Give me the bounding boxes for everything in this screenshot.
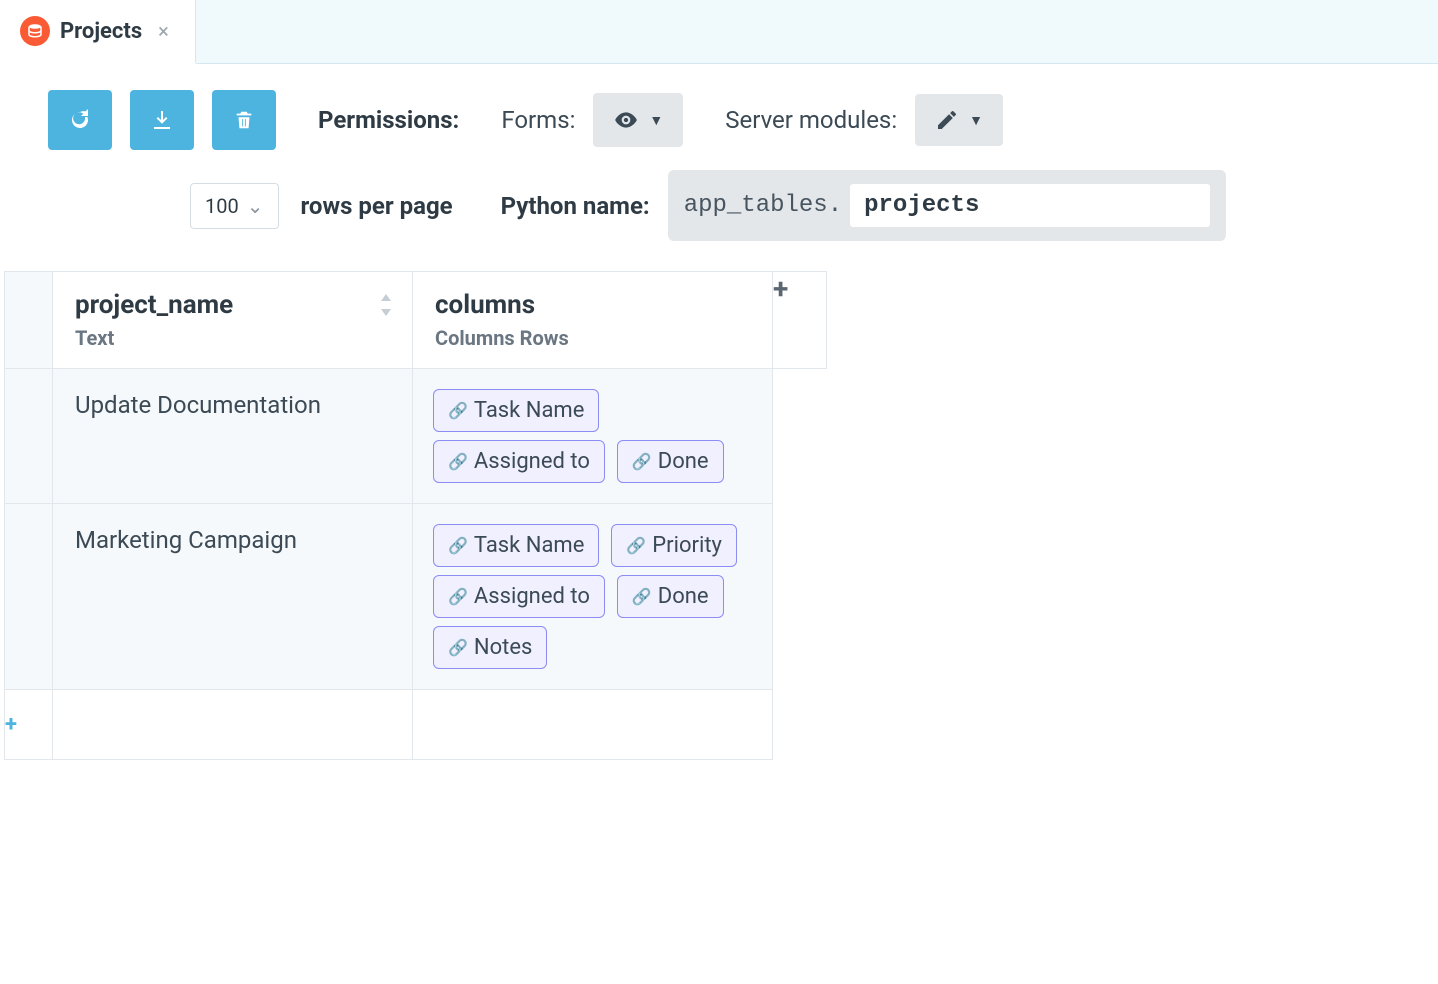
link-icon: 🔗 — [632, 587, 652, 606]
row-handle[interactable] — [5, 504, 53, 690]
add-column-button[interactable]: + — [773, 272, 827, 369]
linked-column-chip[interactable]: 🔗 Assigned to — [433, 575, 605, 618]
tab-title: Projects — [60, 19, 142, 44]
pencil-icon — [935, 108, 959, 132]
linked-column-chip[interactable]: 🔗 Task Name — [433, 524, 599, 567]
delete-button[interactable] — [212, 90, 276, 150]
chip-label: Priority — [652, 533, 722, 558]
server-modules-permission-dropdown[interactable]: ▼ — [915, 94, 1003, 146]
tabs-bar: Projects × — [0, 0, 1438, 64]
toolbar: Permissions: Forms: ▼ Server modules: ▼ — [0, 64, 1438, 170]
table-body: Update Documentation 🔗 Task Name 🔗 Assigne… — [5, 369, 827, 760]
cell-columns[interactable]: 🔗 Task Name 🔗 Assigned to 🔗 Done — [413, 369, 773, 504]
chip-label: Assigned to — [474, 584, 590, 609]
python-prefix: app_tables. — [684, 192, 842, 219]
add-row-button[interactable]: + — [5, 690, 53, 760]
chip-label: Task Name — [474, 533, 584, 558]
table-row: Marketing Campaign 🔗Task Name 🔗Priority … — [5, 504, 827, 690]
chip-label: Assigned to — [474, 449, 590, 474]
forms-permission-dropdown[interactable]: ▼ — [593, 93, 683, 147]
chip-label: Task Name — [474, 398, 584, 423]
column-type: Columns Rows — [435, 326, 750, 350]
linked-column-chip[interactable]: 🔗 Notes — [433, 626, 547, 669]
link-icon: 🔗 — [448, 638, 468, 657]
rows-per-page-value: 100 — [205, 194, 239, 218]
eye-icon — [613, 107, 639, 133]
link-icon: 🔗 — [626, 536, 646, 555]
chevron-down-icon: ⌄ — [247, 194, 264, 218]
link-icon: 🔗 — [448, 536, 468, 555]
table-header-row: project_name Text columns Columns Rows + — [5, 272, 827, 369]
cell-project-name[interactable]: Marketing Campaign — [53, 504, 413, 690]
download-button[interactable] — [130, 90, 194, 150]
rows-per-page-select[interactable]: 100 ⌄ — [190, 183, 279, 229]
table-row: Update Documentation 🔗 Task Name 🔗 Assigne… — [5, 369, 827, 504]
refresh-button[interactable] — [48, 90, 112, 150]
toolbar-row-2: 100 ⌄ rows per page Python name: app_tab… — [0, 170, 1438, 271]
empty-cell[interactable] — [53, 690, 413, 760]
chevron-down-icon: ▼ — [969, 112, 983, 128]
python-name-label: Python name: — [501, 192, 650, 220]
column-header-columns[interactable]: columns Columns Rows — [413, 272, 773, 369]
cell-columns[interactable]: 🔗Task Name 🔗Priority 🔗Assigned to 🔗Done … — [413, 504, 773, 690]
trash-icon — [233, 109, 255, 131]
cell-project-name[interactable]: Update Documentation — [53, 369, 413, 504]
chip-label: Done — [658, 449, 709, 474]
python-name-input[interactable] — [850, 184, 1210, 227]
column-name: columns — [435, 290, 750, 320]
link-icon: 🔗 — [448, 452, 468, 471]
permissions-label: Permissions: — [318, 106, 459, 134]
refresh-icon — [68, 108, 92, 132]
forms-label: Forms: — [501, 106, 575, 134]
column-header-project-name[interactable]: project_name Text — [53, 272, 413, 369]
linked-column-chip[interactable]: 🔗 Done — [617, 440, 724, 483]
linked-column-chip[interactable]: 🔗 Assigned to — [433, 440, 605, 483]
close-icon[interactable]: × — [152, 19, 175, 43]
python-name-box: app_tables. — [668, 170, 1226, 241]
row-handle[interactable] — [5, 369, 53, 504]
column-name: project_name — [75, 290, 390, 320]
chevron-down-icon: ▼ — [649, 112, 663, 128]
column-type: Text — [75, 326, 390, 350]
sort-icon[interactable] — [378, 294, 394, 320]
link-icon: 🔗 — [448, 587, 468, 606]
linked-column-chip[interactable]: 🔗 Done — [617, 575, 724, 618]
linked-column-chip[interactable]: 🔗 Priority — [611, 524, 737, 567]
tab-projects[interactable]: Projects × — [0, 0, 196, 64]
chip-label: Done — [658, 584, 709, 609]
server-modules-label: Server modules: — [725, 106, 897, 134]
download-icon — [150, 108, 174, 132]
chip-label: Notes — [474, 635, 532, 660]
row-handle-header — [5, 272, 53, 369]
link-icon: 🔗 — [448, 401, 468, 420]
project-name-value: Marketing Campaign — [75, 526, 297, 554]
empty-cell[interactable] — [413, 690, 773, 760]
database-icon — [20, 16, 50, 46]
rows-per-page-label: rows per page — [301, 192, 453, 220]
project-name-value: Update Documentation — [75, 391, 321, 419]
add-row: + — [5, 690, 827, 760]
linked-column-chip[interactable]: 🔗 Task Name — [433, 389, 599, 432]
link-icon: 🔗 — [632, 452, 652, 471]
data-table: project_name Text columns Columns Rows +… — [4, 271, 827, 760]
